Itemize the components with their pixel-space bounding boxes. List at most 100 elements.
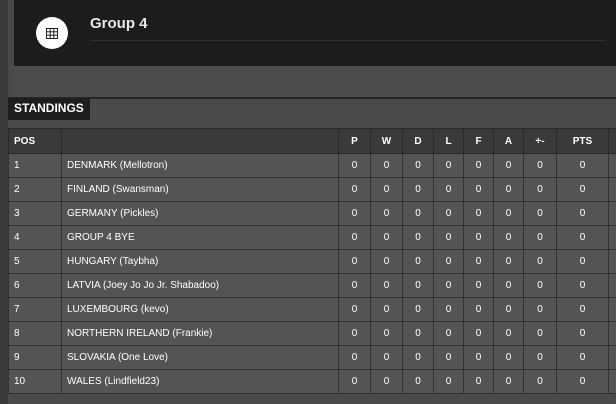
for-cell: 0 xyxy=(463,201,494,226)
for-cell: 0 xyxy=(463,273,494,298)
played-cell: 0 xyxy=(338,345,371,370)
drawn-cell: 0 xyxy=(402,369,434,394)
team-cell[interactable]: SLOVAKIA (One Love) xyxy=(61,345,339,370)
team-cell[interactable]: DENMARK (Mellotron) xyxy=(61,153,339,178)
won-cell: 0 xyxy=(370,273,403,298)
played-cell: 0 xyxy=(338,201,371,226)
points-cell: 0 xyxy=(556,297,609,322)
standings-table: POS P W D L F A +- PTS 1 DENMARK (Mellotr… xyxy=(8,128,616,394)
against-cell: 0 xyxy=(493,177,524,202)
for-cell: 0 xyxy=(463,369,494,394)
team-cell[interactable]: LUXEMBOURG (kevo) xyxy=(61,297,339,322)
extra-cell xyxy=(608,225,616,250)
table-row[interactable]: 4 GROUP 4 BYE 0 0 0 0 0 0 0 0 xyxy=(8,225,616,250)
played-cell: 0 xyxy=(338,153,371,178)
won-cell: 0 xyxy=(370,321,403,346)
col-against[interactable]: A xyxy=(493,128,524,154)
lost-cell: 0 xyxy=(433,225,464,250)
table-row[interactable]: 9 SLOVAKIA (One Love) 0 0 0 0 0 0 0 0 xyxy=(8,345,616,370)
table-row[interactable]: 1 DENMARK (Mellotron) 0 0 0 0 0 0 0 0 xyxy=(8,153,616,178)
extra-cell xyxy=(608,177,616,202)
page-title: Group 4 xyxy=(90,15,148,32)
lost-cell: 0 xyxy=(433,297,464,322)
drawn-cell: 0 xyxy=(402,321,434,346)
drawn-cell: 0 xyxy=(402,201,434,226)
points-cell: 0 xyxy=(556,345,609,370)
against-cell: 0 xyxy=(493,201,524,226)
lost-cell: 0 xyxy=(433,273,464,298)
won-cell: 0 xyxy=(370,201,403,226)
team-cell[interactable]: LATVIA (Joey Jo Jo Jr. Shabadoo) xyxy=(61,273,339,298)
against-cell: 0 xyxy=(493,249,524,274)
team-cell[interactable]: NORTHERN IRELAND (Frankie) xyxy=(61,321,339,346)
col-points[interactable]: PTS xyxy=(556,128,609,154)
goal-diff-cell: 0 xyxy=(523,201,557,226)
drawn-cell: 0 xyxy=(402,345,434,370)
goal-diff-cell: 0 xyxy=(523,153,557,178)
against-cell: 0 xyxy=(493,297,524,322)
goal-diff-cell: 0 xyxy=(523,177,557,202)
lost-cell: 0 xyxy=(433,153,464,178)
table-row[interactable]: 10 WALES (Lindfield23) 0 0 0 0 0 0 0 0 xyxy=(8,369,616,394)
left-edge xyxy=(0,0,8,404)
played-cell: 0 xyxy=(338,249,371,274)
extra-cell xyxy=(608,321,616,346)
table-grid-icon[interactable] xyxy=(36,17,68,49)
drawn-cell: 0 xyxy=(402,177,434,202)
won-cell: 0 xyxy=(370,297,403,322)
group-header: Group 4 xyxy=(14,0,616,66)
table-row[interactable]: 2 FINLAND (Swansman) 0 0 0 0 0 0 0 0 xyxy=(8,177,616,202)
lost-cell: 0 xyxy=(433,201,464,226)
col-goal-diff[interactable]: +- xyxy=(523,128,557,154)
extra-cell xyxy=(608,201,616,226)
extra-cell xyxy=(608,249,616,274)
won-cell: 0 xyxy=(370,177,403,202)
table-row[interactable]: 5 HUNGARY (Taybha) 0 0 0 0 0 0 0 0 xyxy=(8,249,616,274)
points-cell: 0 xyxy=(556,249,609,274)
table-row[interactable]: 3 GERMANY (Pickles) 0 0 0 0 0 0 0 0 xyxy=(8,201,616,226)
for-cell: 0 xyxy=(463,177,494,202)
pos-cell: 9 xyxy=(8,345,62,370)
header-row: POS P W D L F A +- PTS xyxy=(8,128,616,154)
extra-cell xyxy=(608,153,616,178)
goal-diff-cell: 0 xyxy=(523,273,557,298)
team-cell[interactable]: FINLAND (Swansman) xyxy=(61,177,339,202)
won-cell: 0 xyxy=(370,249,403,274)
won-cell: 0 xyxy=(370,225,403,250)
points-cell: 0 xyxy=(556,273,609,298)
team-cell[interactable]: WALES (Lindfield23) xyxy=(61,369,339,394)
played-cell: 0 xyxy=(338,369,371,394)
played-cell: 0 xyxy=(338,321,371,346)
col-for[interactable]: F xyxy=(463,128,494,154)
points-cell: 0 xyxy=(556,177,609,202)
col-pos[interactable]: POS xyxy=(8,128,62,154)
lost-cell: 0 xyxy=(433,345,464,370)
drawn-cell: 0 xyxy=(402,153,434,178)
pos-cell: 2 xyxy=(8,177,62,202)
pos-cell: 4 xyxy=(8,225,62,250)
against-cell: 0 xyxy=(493,225,524,250)
played-cell: 0 xyxy=(338,273,371,298)
points-cell: 0 xyxy=(556,225,609,250)
team-cell[interactable]: GROUP 4 BYE xyxy=(61,225,339,250)
col-won[interactable]: W xyxy=(370,128,403,154)
goal-diff-cell: 0 xyxy=(523,297,557,322)
col-lost[interactable]: L xyxy=(433,128,464,154)
table-row[interactable]: 7 LUXEMBOURG (kevo) 0 0 0 0 0 0 0 0 xyxy=(8,297,616,322)
won-cell: 0 xyxy=(370,153,403,178)
for-cell: 0 xyxy=(463,225,494,250)
section-divider xyxy=(8,97,616,99)
lost-cell: 0 xyxy=(433,321,464,346)
table-row[interactable]: 8 NORTHERN IRELAND (Frankie) 0 0 0 0 0 0 0 0 xyxy=(8,321,616,346)
team-cell[interactable]: HUNGARY (Taybha) xyxy=(61,249,339,274)
col-drawn[interactable]: D xyxy=(402,128,434,154)
header-divider xyxy=(90,40,606,41)
standings-label: STANDINGS xyxy=(8,98,90,120)
for-cell: 0 xyxy=(463,321,494,346)
team-cell[interactable]: GERMANY (Pickles) xyxy=(61,201,339,226)
table-row[interactable]: 6 LATVIA (Joey Jo Jo Jr. Shabadoo) 0 0 0 0 0 0 0… xyxy=(8,273,616,298)
drawn-cell: 0 xyxy=(402,249,434,274)
col-played[interactable]: P xyxy=(338,128,371,154)
lost-cell: 0 xyxy=(433,177,464,202)
pos-cell: 1 xyxy=(8,153,62,178)
